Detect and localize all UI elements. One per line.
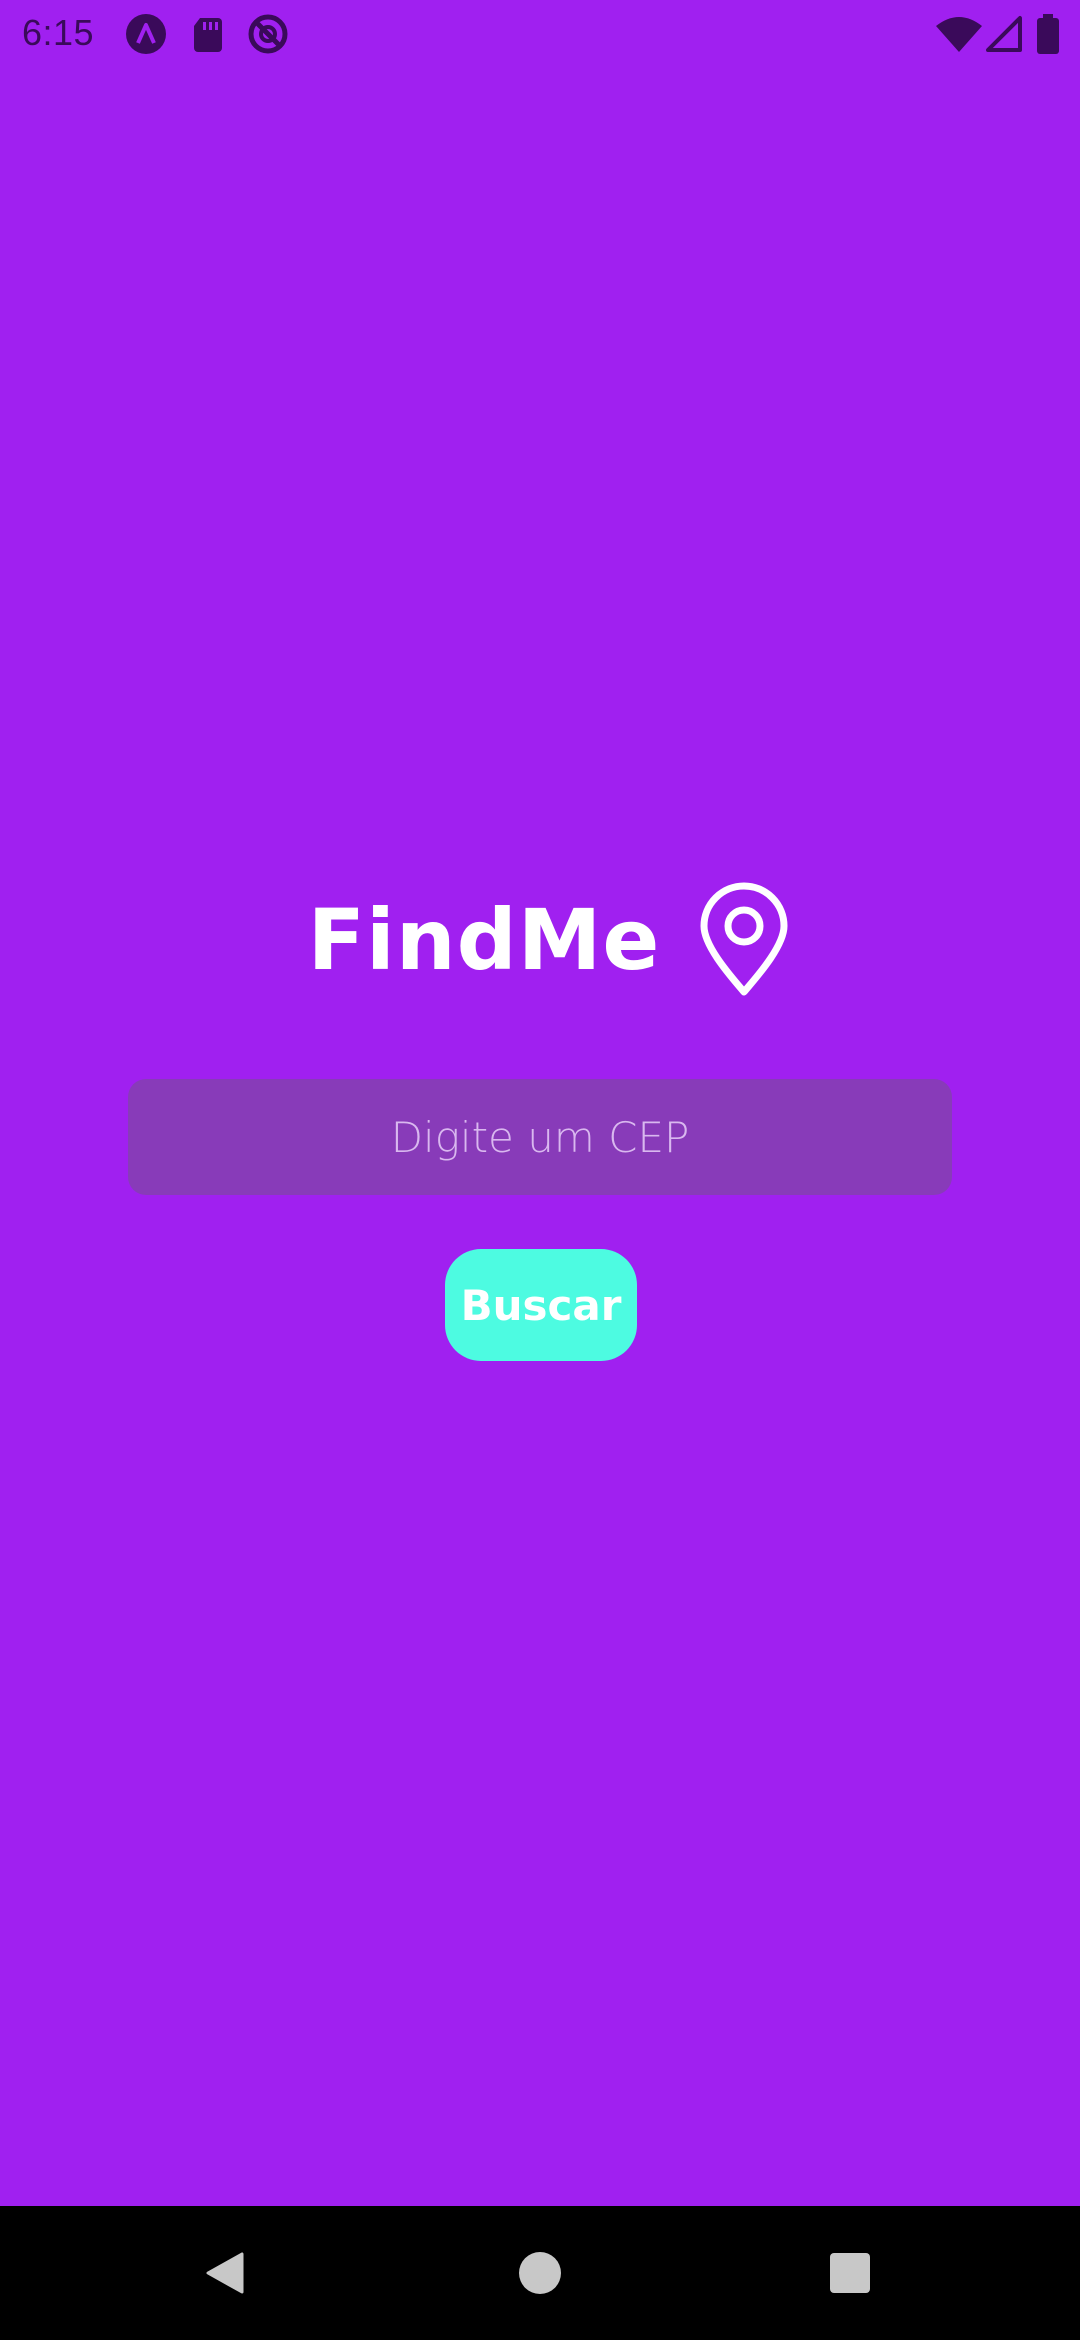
cellular-signal-icon: [984, 12, 1024, 56]
search-button[interactable]: Buscar: [445, 1249, 637, 1361]
do-not-disturb-icon: [246, 12, 290, 56]
app-a-icon: [124, 12, 168, 56]
recents-icon[interactable]: [805, 2228, 895, 2318]
home-icon[interactable]: [495, 2228, 585, 2318]
back-icon[interactable]: [180, 2228, 270, 2318]
status-time: 6:15: [22, 12, 95, 53]
sd-card-icon: [186, 12, 230, 56]
map-pin-icon: [696, 882, 792, 998]
status-bar: 6:15: [0, 0, 1080, 66]
cep-input[interactable]: [128, 1079, 952, 1195]
app-screen: 6:15 FindMe Digite um CEP Buscar: [0, 0, 1080, 2340]
wifi-icon: [934, 12, 984, 56]
app-title: FindMe: [307, 891, 661, 989]
battery-icon: [1034, 12, 1062, 56]
navigation-bar: [0, 2206, 1080, 2340]
title-row: FindMe: [0, 870, 1080, 1010]
